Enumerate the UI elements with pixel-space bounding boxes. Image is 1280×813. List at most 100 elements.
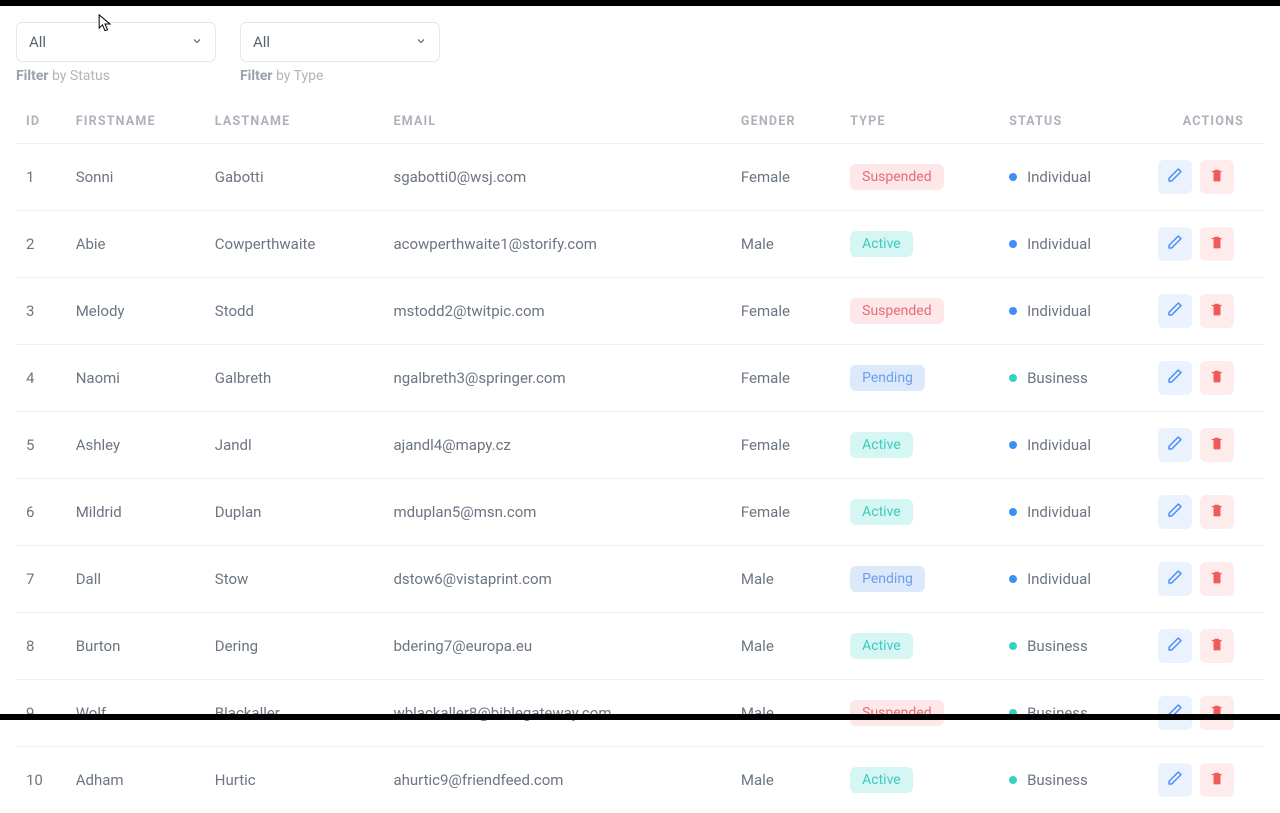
cell-actions [1148,546,1264,613]
status-text: Individual [1027,436,1091,454]
filters-row: All Filter by Status All Filter by Type [16,22,1264,84]
delete-button[interactable] [1200,361,1234,395]
cell-email: acowperthwaite1@storify.com [383,211,730,278]
edit-button[interactable] [1158,562,1192,596]
delete-button[interactable] [1200,562,1234,596]
delete-button[interactable] [1200,495,1234,529]
cell-lastname: Blackaller [205,680,384,747]
cell-email: mstodd2@twitpic.com [383,278,730,345]
cell-lastname: Cowperthwaite [205,211,384,278]
edit-button[interactable] [1158,428,1192,462]
table-body: 1SonniGabottisgabotti0@wsj.comFemaleSusp… [16,144,1264,813]
cell-lastname: Galbreth [205,345,384,412]
filter-type-select[interactable]: All [240,22,440,62]
table-row: 4NaomiGalbrethngalbreth3@springer.comFem… [16,345,1264,412]
trash-icon [1210,301,1224,321]
edit-icon [1167,569,1183,589]
cell-lastname: Dering [205,613,384,680]
status-dot-icon [1009,776,1017,784]
data-table: ID FIRSTNAME LASTNAME EMAIL GENDER TYPE … [16,100,1264,813]
delete-button[interactable] [1200,160,1234,194]
chevron-down-icon [415,33,427,51]
cell-firstname: Adham [66,747,205,813]
cell-id: 8 [16,613,66,680]
col-firstname[interactable]: FIRSTNAME [66,100,205,144]
delete-button[interactable] [1200,696,1234,730]
edit-button[interactable] [1158,495,1192,529]
col-lastname[interactable]: LASTNAME [205,100,384,144]
col-type[interactable]: TYPE [840,100,999,144]
cell-email: dstow6@vistaprint.com [383,546,730,613]
delete-button[interactable] [1200,227,1234,261]
cell-status: Individual [999,412,1148,479]
edit-icon [1167,368,1183,388]
cell-gender: Male [731,680,840,747]
chevron-down-icon [191,33,203,51]
filter-type-label: Filter by Type [240,68,440,84]
type-badge: Active [850,432,913,458]
edit-icon [1167,435,1183,455]
cell-type: Active [840,613,999,680]
trash-icon [1210,167,1224,187]
col-id[interactable]: ID [16,100,66,144]
cell-actions [1148,412,1264,479]
cell-lastname: Jandl [205,412,384,479]
delete-button[interactable] [1200,629,1234,663]
table-row: 6MildridDuplanmduplan5@msn.comFemaleActi… [16,479,1264,546]
table-row: 7DallStowdstow6@vistaprint.comMalePendin… [16,546,1264,613]
status-text: Individual [1027,503,1091,521]
table-row: 1SonniGabottisgabotti0@wsj.comFemaleSusp… [16,144,1264,211]
cell-firstname: Dall [66,546,205,613]
cell-id: 6 [16,479,66,546]
col-gender[interactable]: GENDER [731,100,840,144]
delete-button[interactable] [1200,428,1234,462]
trash-icon [1210,703,1224,723]
edit-button[interactable] [1158,361,1192,395]
cell-lastname: Stodd [205,278,384,345]
filter-type-group: All Filter by Type [240,22,440,84]
col-email[interactable]: EMAIL [383,100,730,144]
edit-button[interactable] [1158,294,1192,328]
status-dot-icon [1009,173,1017,181]
edit-icon [1167,770,1183,790]
cell-status: Business [999,613,1148,680]
type-badge: Active [850,231,913,257]
cell-actions [1148,345,1264,412]
cell-id: 9 [16,680,66,747]
edit-button[interactable] [1158,763,1192,797]
type-badge: Active [850,767,913,793]
filter-status-group: All Filter by Status [16,22,216,84]
edit-button[interactable] [1158,227,1192,261]
cell-type: Pending [840,546,999,613]
window-bottom-border [0,714,1280,720]
status-dot-icon [1009,374,1017,382]
filter-status-select[interactable]: All [16,22,216,62]
cell-actions [1148,613,1264,680]
cell-id: 10 [16,747,66,813]
cell-gender: Male [731,613,840,680]
cell-gender: Male [731,211,840,278]
edit-button[interactable] [1158,629,1192,663]
trash-icon [1210,368,1224,388]
edit-button[interactable] [1158,160,1192,194]
cell-type: Active [840,479,999,546]
cell-firstname: Melody [66,278,205,345]
cell-email: bdering7@europa.eu [383,613,730,680]
cell-status: Individual [999,211,1148,278]
cell-lastname: Hurtic [205,747,384,813]
main-content: All Filter by Status All Filter by Type [0,6,1280,813]
cell-lastname: Stow [205,546,384,613]
table-row: 3MelodyStoddmstodd2@twitpic.comFemaleSus… [16,278,1264,345]
edit-icon [1167,301,1183,321]
trash-icon [1210,569,1224,589]
delete-button[interactable] [1200,294,1234,328]
col-status[interactable]: STATUS [999,100,1148,144]
status-text: Individual [1027,235,1091,253]
cell-id: 1 [16,144,66,211]
cell-gender: Female [731,412,840,479]
delete-button[interactable] [1200,763,1234,797]
cell-id: 3 [16,278,66,345]
edit-button[interactable] [1158,696,1192,730]
filter-status-value: All [29,33,46,51]
type-badge: Pending [850,365,925,391]
